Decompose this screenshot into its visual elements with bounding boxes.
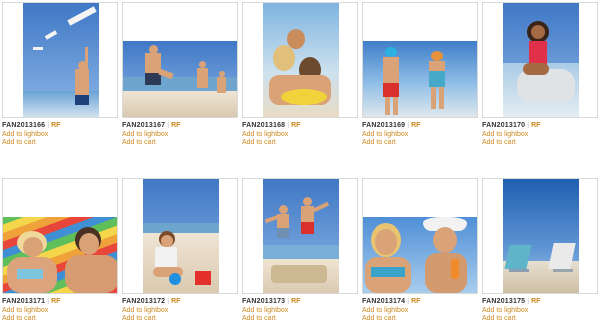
add-to-cart-link[interactable]: Add to cart: [482, 315, 598, 324]
thumbnail-image[interactable]: [143, 179, 219, 293]
separator: |: [47, 298, 50, 305]
add-to-cart-link[interactable]: Add to cart: [362, 315, 478, 324]
add-to-cart-link[interactable]: Add to cart: [122, 139, 238, 148]
thumbnail-frame[interactable]: [362, 2, 478, 118]
license-badge[interactable]: RF: [291, 298, 300, 305]
item-code-line: FAN2013167 | RF: [122, 122, 238, 131]
add-to-cart-link[interactable]: Add to cart: [2, 139, 118, 148]
thumbnail-image[interactable]: [363, 41, 477, 117]
item-code: FAN2013169: [362, 122, 406, 129]
add-to-cart-link[interactable]: Add to cart: [122, 315, 238, 324]
separator: |: [47, 122, 50, 129]
separator: |: [287, 298, 290, 305]
separator: |: [527, 298, 530, 305]
license-badge[interactable]: RF: [291, 122, 300, 129]
item-code: FAN2013170: [482, 122, 526, 129]
separator: |: [527, 122, 530, 129]
add-to-cart-link[interactable]: Add to cart: [2, 315, 118, 324]
item-code: FAN2013175: [482, 298, 526, 305]
separator: |: [287, 122, 290, 129]
thumbnail-image[interactable]: [263, 3, 339, 117]
thumbnail-frame[interactable]: [482, 178, 598, 294]
add-to-lightbox-link[interactable]: Add to lightbox: [2, 131, 118, 140]
add-to-lightbox-link[interactable]: Add to lightbox: [122, 131, 238, 140]
thumbnail-frame[interactable]: [242, 178, 358, 294]
thumbnail-image[interactable]: [503, 179, 579, 293]
separator: |: [167, 122, 170, 129]
separator: |: [407, 298, 410, 305]
add-to-lightbox-link[interactable]: Add to lightbox: [122, 307, 238, 316]
thumbnail-image[interactable]: [503, 3, 579, 117]
thumbnail-image[interactable]: [263, 179, 339, 293]
add-to-lightbox-link[interactable]: Add to lightbox: [362, 307, 478, 316]
add-to-lightbox-link[interactable]: Add to lightbox: [362, 131, 478, 140]
thumbnail-frame[interactable]: [2, 2, 118, 118]
add-to-lightbox-link[interactable]: Add to lightbox: [242, 131, 358, 140]
add-to-lightbox-link[interactable]: Add to lightbox: [2, 307, 118, 316]
item-code-line: FAN2013173 | RF: [242, 298, 358, 307]
item-code-line: FAN2013172 | RF: [122, 298, 238, 307]
thumbnail-frame[interactable]: [122, 178, 238, 294]
item-code: FAN2013173: [242, 298, 286, 305]
add-to-lightbox-link[interactable]: Add to lightbox: [242, 307, 358, 316]
item-code-line: FAN2013170 | RF: [482, 122, 598, 131]
item-code-line: FAN2013168 | RF: [242, 122, 358, 131]
thumbnail-image[interactable]: [3, 217, 117, 293]
separator: |: [407, 122, 410, 129]
thumbnail-image[interactable]: [23, 3, 99, 117]
item-code: FAN2013174: [362, 298, 406, 305]
thumbnail-frame[interactable]: [482, 2, 598, 118]
add-to-cart-link[interactable]: Add to cart: [242, 315, 358, 324]
item-code-line: FAN2013171 | RF: [2, 298, 118, 307]
add-to-cart-link[interactable]: Add to cart: [482, 139, 598, 148]
item-code: FAN2013171: [2, 298, 46, 305]
license-badge[interactable]: RF: [411, 298, 420, 305]
license-badge[interactable]: RF: [51, 122, 60, 129]
thumbnail-frame[interactable]: [362, 178, 478, 294]
license-badge[interactable]: RF: [51, 298, 60, 305]
license-badge[interactable]: RF: [171, 298, 180, 305]
add-to-lightbox-link[interactable]: Add to lightbox: [482, 307, 598, 316]
thumbnail-image[interactable]: [123, 41, 237, 117]
separator: |: [167, 298, 170, 305]
item-code: FAN2013167: [122, 122, 166, 129]
add-to-cart-link[interactable]: Add to cart: [242, 139, 358, 148]
item-code: FAN2013172: [122, 298, 166, 305]
item-code-line: FAN2013174 | RF: [362, 298, 478, 307]
thumbnail-frame[interactable]: [242, 2, 358, 118]
thumbnail-image[interactable]: [363, 217, 477, 293]
item-code: FAN2013168: [242, 122, 286, 129]
item-code-line: FAN2013175 | RF: [482, 298, 598, 307]
add-to-lightbox-link[interactable]: Add to lightbox: [482, 131, 598, 140]
item-code-line: FAN2013166 | RF: [2, 122, 118, 131]
license-badge[interactable]: RF: [171, 122, 180, 129]
license-badge[interactable]: RF: [411, 122, 420, 129]
item-code-line: FAN2013169 | RF: [362, 122, 478, 131]
thumbnail-frame[interactable]: [2, 178, 118, 294]
thumbnail-frame[interactable]: [122, 2, 238, 118]
add-to-cart-link[interactable]: Add to cart: [362, 139, 478, 148]
license-badge[interactable]: RF: [531, 122, 540, 129]
item-code: FAN2013166: [2, 122, 46, 129]
license-badge[interactable]: RF: [531, 298, 540, 305]
